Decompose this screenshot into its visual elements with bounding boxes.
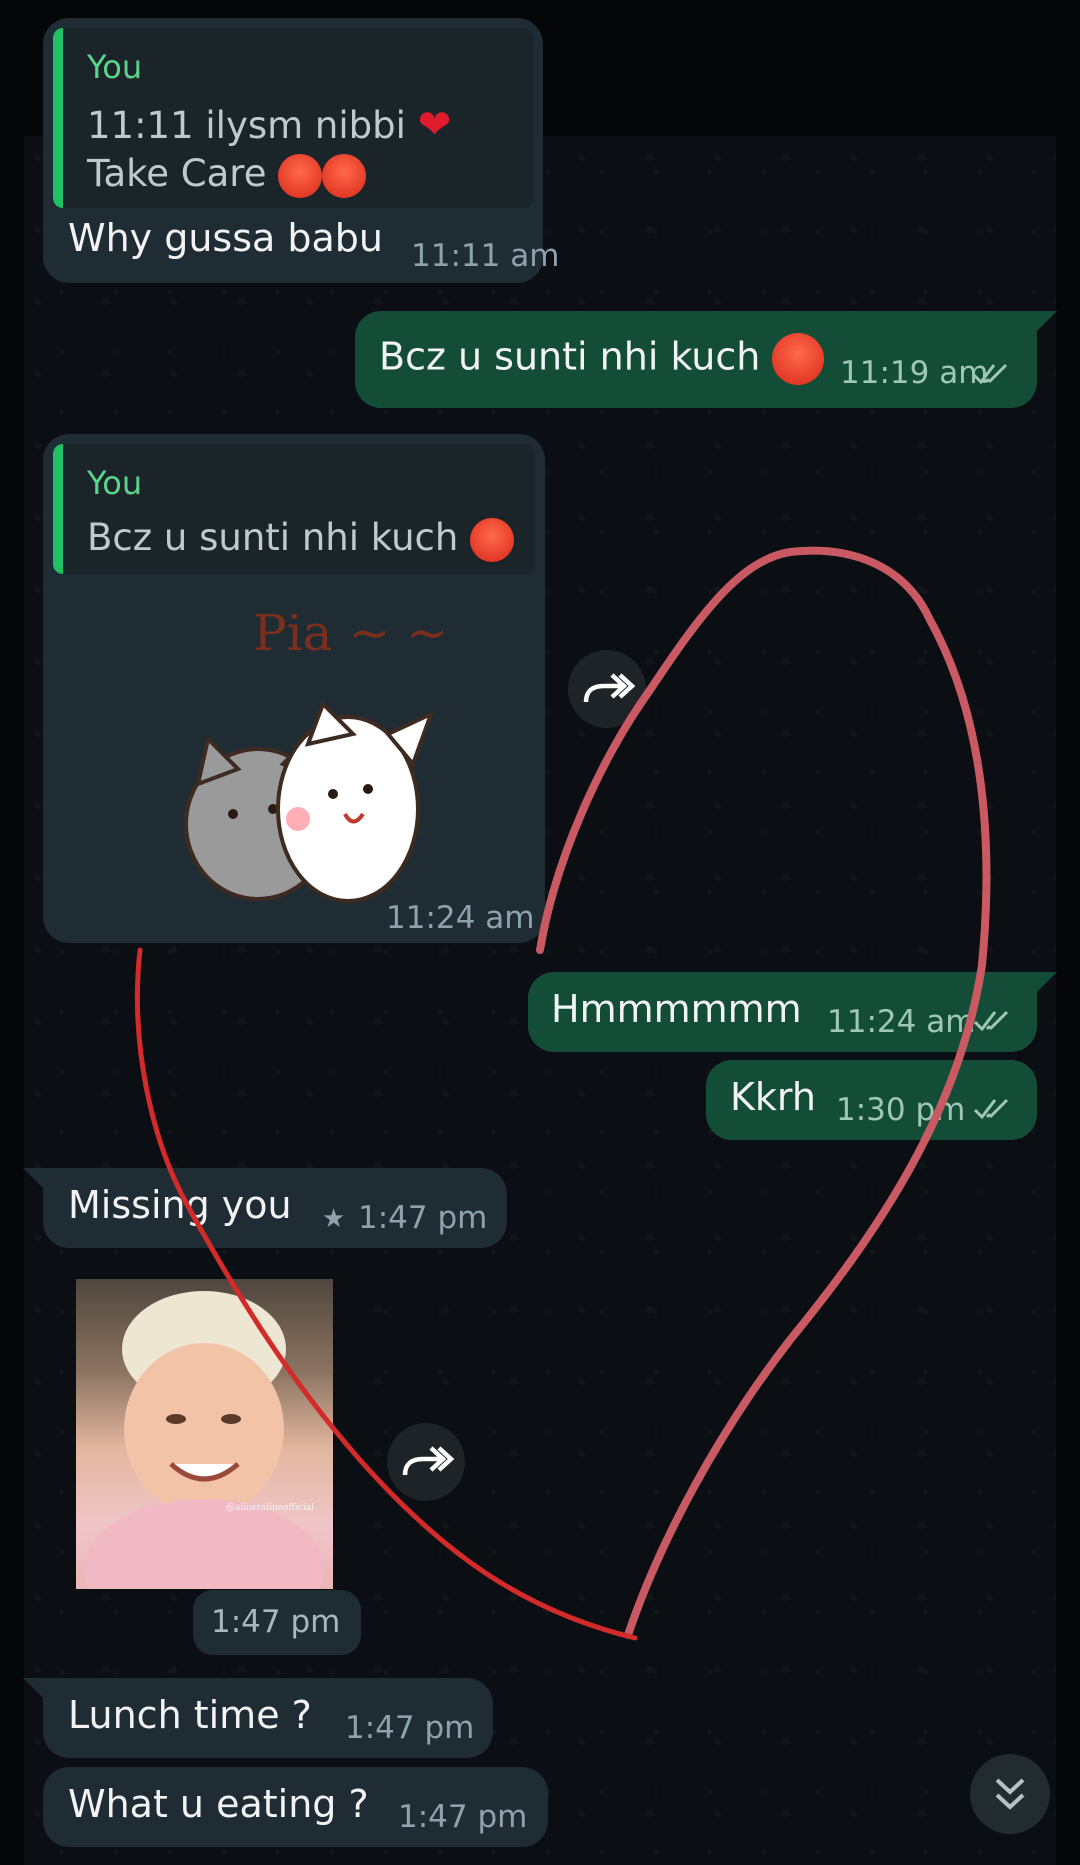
message-text: Bcz u sunti nhi kuch [379,334,761,379]
message-text: Why gussa babu [68,216,384,260]
message-bubble-outgoing[interactable]: Bcz u sunti nhi kuch 11:19 am [355,311,1057,408]
forward-button[interactable] [568,650,646,728]
quote-text: 11:11 ilysm nibbi [87,104,406,147]
angry-face-emoji-icon [278,153,323,198]
message-time: 11:24 am [827,1004,976,1040]
quote-text: Bcz u sunti nhi kuch [87,516,459,559]
quote-author: You [87,48,143,86]
message-text: What u eating ? [68,1782,369,1826]
star-icon: ★ [322,1204,346,1234]
sticker[interactable]: Pia ~ ~ [163,604,463,904]
double-check-icon [973,1010,1009,1032]
message-time: 1:47 pm [358,1200,488,1236]
photo-time-badge: 1:47 pm [193,1590,361,1655]
scroll-to-bottom-button[interactable] [970,1754,1050,1834]
message-bubble-outgoing[interactable]: Hmmmmmm 11:24 am [528,972,1057,1052]
quoted-message[interactable]: You 11:11 ilysm nibbi ❤ Take Care [53,28,533,208]
message-time: 1:30 pm [836,1092,966,1128]
quote-author: You [87,464,143,502]
red-heart-emoji-icon: ❤ [417,102,452,148]
double-check-icon [972,363,1008,385]
sticker-caption: Pia ~ ~ [253,604,449,662]
angry-face-emoji-icon [470,517,515,562]
message-time: 11:19 am [840,355,989,391]
forward-button[interactable] [387,1423,465,1501]
message-time: 11:24 am [386,900,535,936]
message-time: 1:47 pm [398,1799,528,1835]
message-bubble-outgoing[interactable]: Kkrh 1:30 pm [706,1060,1037,1140]
message-bubble-incoming[interactable]: Lunch time ? 1:47 pm [23,1678,493,1758]
double-chevron-down-icon [995,1778,1025,1810]
baby-photo-image [84,1291,324,1589]
message-bubble-incoming[interactable]: You Bcz u sunti nhi kuch Pia ~ ~ 11:24 a… [43,434,545,943]
forward-arrow-icon [583,673,636,703]
photo-watermark: @alinetalineofficial [226,1503,314,1513]
message-bubble-incoming[interactable]: What u eating ? 1:47 pm [43,1767,548,1847]
message-bubble-incoming[interactable]: Missing you ★ 1:47 pm [23,1168,507,1248]
forward-arrow-icon [402,1446,455,1476]
photo-message[interactable]: @alinetalineofficial [76,1279,333,1589]
double-check-icon [973,1098,1009,1120]
quoted-message[interactable]: You Bcz u sunti nhi kuch [53,444,535,574]
message-time: 11:11 am [411,238,560,274]
message-text: Kkrh [730,1075,816,1119]
message-text: Hmmmmmm [551,987,802,1031]
message-time: 1:47 pm [211,1604,341,1640]
quote-text: Take Care [87,152,267,195]
message-bubble-incoming[interactable]: You 11:11 ilysm nibbi ❤ Take Care Why gu… [43,18,559,283]
message-text: Lunch time ? [68,1693,312,1737]
message-text: Missing you [68,1183,292,1227]
message-time: 1:47 pm [345,1710,475,1746]
angry-face-emoji-icon [772,333,825,385]
cats-sticker-image [184,700,435,903]
angry-face-emoji-icon [322,153,367,198]
